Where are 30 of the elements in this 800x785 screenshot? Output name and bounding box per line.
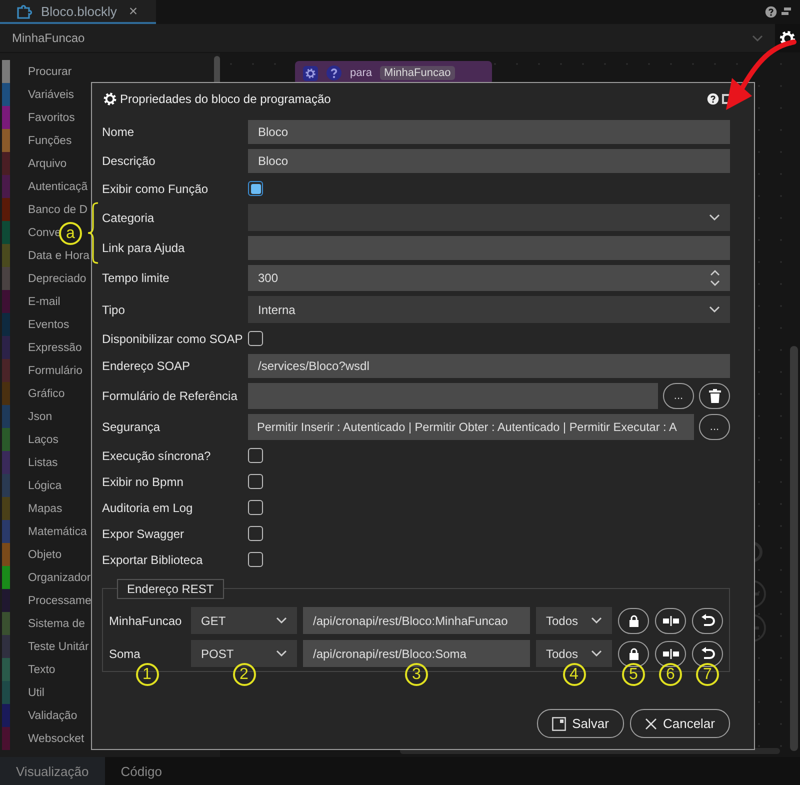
panel-legend: Endereço REST bbox=[117, 579, 224, 599]
function-name: MinhaFuncao bbox=[109, 614, 183, 628]
field-label: Expor Swagger bbox=[102, 526, 186, 540]
letter-marker: a bbox=[59, 222, 82, 245]
number-marker: 3 bbox=[405, 663, 428, 686]
number-marker: 1 bbox=[136, 663, 158, 686]
number-marker: 2 bbox=[232, 663, 256, 686]
field-label: Endereço SOAP bbox=[102, 359, 192, 373]
field-label: Segurança bbox=[102, 420, 162, 434]
number-marker: 6 bbox=[659, 663, 682, 686]
field-label: Exibir como Função bbox=[102, 182, 210, 196]
dialog-title: Propriedades do bloco de programação bbox=[120, 92, 331, 106]
field-label: Auditoria em Log bbox=[102, 500, 194, 514]
tab-title: Bloco.blockly bbox=[41, 4, 117, 18]
field-label: Link para Ajuda bbox=[102, 241, 186, 255]
number-marker: 7 bbox=[696, 663, 719, 686]
field-label: Descrição bbox=[102, 154, 156, 168]
function-name: Soma bbox=[109, 646, 142, 660]
block-keyword: para bbox=[350, 67, 372, 79]
field-label: Categoria bbox=[102, 210, 156, 224]
field-label: Exibir no Bpmn bbox=[102, 474, 184, 488]
field-label: Exportar Biblioteca bbox=[102, 552, 204, 566]
number-marker: 5 bbox=[622, 663, 645, 686]
field-label: Nome bbox=[102, 125, 136, 139]
field-label: Execução síncrona? bbox=[102, 448, 212, 462]
field-label: Disponibilizar como SOAP bbox=[102, 332, 244, 346]
field-label: Tempo limite bbox=[102, 271, 170, 285]
field-label: Tipo bbox=[102, 302, 126, 316]
field-label: Formulário de Referência bbox=[102, 389, 238, 403]
number-marker: 4 bbox=[562, 663, 586, 686]
